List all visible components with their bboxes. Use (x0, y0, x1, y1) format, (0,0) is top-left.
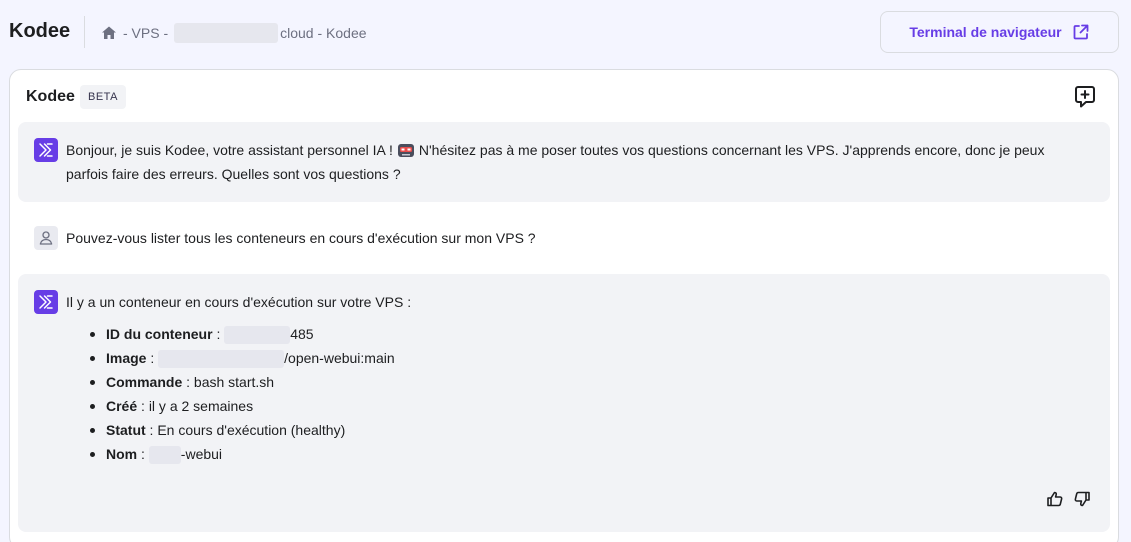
kodee-logo-icon (39, 295, 53, 309)
new-chat-button[interactable] (1072, 84, 1098, 110)
user-message-text: Pouvez-vous lister tous les conteneurs e… (66, 230, 536, 246)
top-bar: Kodee - VPS - cloud - Kodee Terminal de … (0, 0, 1131, 64)
list-item: Statut : En cours d'exécution (healthy) (88, 418, 395, 442)
detail-sep: : (145, 422, 158, 438)
thumbs-up-button[interactable] (1046, 490, 1064, 508)
list-item: Créé : il y a 2 semaines (88, 394, 395, 418)
kodee-logo-icon (39, 143, 53, 157)
thumbs-down-icon (1074, 491, 1090, 507)
kodee-chat-panel: Kodee BETA Bonjour, je suis Kodee, votre… (9, 69, 1119, 542)
redacted-hostname (174, 23, 279, 43)
detail-label: Statut (106, 422, 146, 438)
kodee-avatar (34, 290, 58, 314)
page-title: Kodee (9, 20, 71, 42)
header-divider (84, 16, 85, 48)
list-item: ID du conteneur : 485 (88, 322, 395, 346)
greeting-text-cont: N'hésitez pas à me poser toutes vos ques… (418, 142, 1045, 158)
robot-emoji-icon (397, 141, 415, 157)
detail-sep: : (137, 398, 149, 414)
list-item: Commande : bash start.sh (88, 370, 395, 394)
greeting-text: Bonjour, je suis Kodee, votre assistant … (66, 142, 393, 158)
breadcrumb-current: cloud - Kodee (280, 25, 367, 41)
detail-label: Créé (106, 398, 138, 414)
user-avatar (34, 226, 58, 250)
assistant-answer-intro: Il y a un conteneur en cours d'exécution… (66, 294, 412, 310)
detail-label: Nom (106, 446, 138, 462)
detail-value: -webui (180, 446, 223, 462)
redacted-value (148, 446, 181, 465)
detail-value: il y a 2 semaines (148, 398, 254, 414)
home-icon[interactable] (101, 25, 117, 41)
detail-sep: : (146, 350, 159, 366)
list-item: Nom : -webui (88, 442, 395, 466)
detail-sep: : (212, 326, 225, 342)
redacted-value (158, 350, 285, 369)
thumbs-up-icon (1047, 491, 1063, 507)
detail-value: /open-webui:main (284, 350, 395, 366)
assistant-message-text: Bonjour, je suis Kodee, votre assistant … (66, 138, 1096, 186)
detail-value: En cours d'exécution (healthy) (157, 422, 346, 438)
breadcrumb: - VPS - cloud - Kodee (101, 23, 367, 43)
detail-label: Image (106, 350, 147, 366)
detail-sep: : (137, 446, 149, 462)
thumbs-down-button[interactable] (1073, 490, 1091, 508)
beta-badge: BETA (80, 85, 126, 109)
detail-label: Commande (106, 374, 183, 390)
detail-value: bash start.sh (193, 374, 275, 390)
assistant-message: Il y a un conteneur en cours d'exécution… (18, 274, 1110, 532)
detail-value: 485 (290, 326, 314, 342)
external-link-icon (1073, 24, 1089, 40)
assistant-message: Bonjour, je suis Kodee, votre assistant … (18, 122, 1110, 202)
detail-sep: : (182, 374, 194, 390)
chat-plus-icon (1075, 86, 1095, 108)
greeting-text-line2: parfois faire des erreurs. Quelles sont … (66, 166, 401, 182)
detail-label: ID du conteneur (106, 326, 213, 342)
redacted-value (224, 326, 291, 345)
breadcrumb-vps[interactable]: - VPS - (123, 25, 168, 41)
user-message: Pouvez-vous lister tous les conteneurs e… (18, 218, 1110, 258)
chat-title: Kodee (26, 88, 75, 105)
user-icon (39, 231, 53, 245)
container-details-list: ID du conteneur : 485 Image : /open-webu… (88, 322, 395, 466)
browser-terminal-label: Terminal de navigateur (909, 24, 1062, 40)
list-item: Image : /open-webui:main (88, 346, 395, 370)
kodee-avatar (34, 138, 58, 162)
browser-terminal-button[interactable]: Terminal de navigateur (880, 11, 1119, 53)
